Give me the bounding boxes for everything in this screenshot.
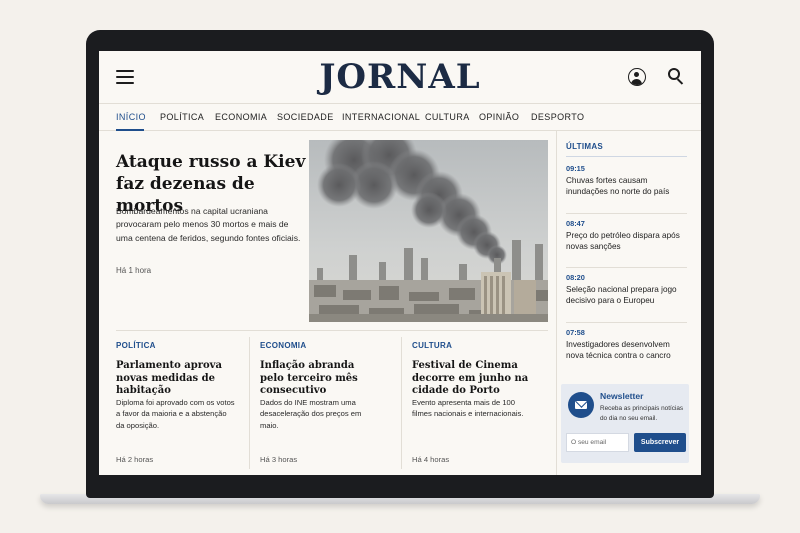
latest-time: 08:47 [566, 219, 585, 228]
article-summary: Evento apresenta mais de 100 filmes naci… [412, 398, 524, 419]
latest-time: 09:15 [566, 164, 585, 173]
nav-item-cultura[interactable]: CULTURA [425, 112, 470, 122]
article-title[interactable]: Parlamento aprova novas medidas de habit… [116, 360, 236, 398]
nav-item-economia[interactable]: ECONOMIA [215, 112, 267, 122]
hero-image[interactable] [309, 140, 548, 322]
nav-active-indicator [116, 129, 144, 131]
envelope-icon [568, 392, 594, 418]
newsletter-text: Receba as principais notícias do dia no … [600, 405, 684, 422]
article-timestamp: Há 4 horas [412, 455, 450, 464]
nav-item-politica[interactable]: POLÍTICA [160, 112, 204, 122]
latest-headline[interactable]: Investigadores desenvolvem nova técnica … [566, 339, 687, 361]
latest-item[interactable]: 07:58 Investigadores desenvolvem nova té… [566, 328, 687, 361]
latest-time: 08:20 [566, 273, 585, 282]
article-card-politica[interactable]: POLÍTICA Parlamento aprova novas medidas… [116, 341, 236, 464]
nav-item-opiniao[interactable]: OPINIÃO [479, 112, 519, 122]
site-header: JORNAL [99, 51, 701, 103]
latest-item[interactable]: 08:20 Seleção nacional prepara jogo deci… [566, 273, 687, 306]
latest-title: ÚLTIMAS [566, 142, 604, 151]
latest-headline[interactable]: Chuvas fortes causam inundações no norte… [566, 175, 687, 197]
subscribe-button[interactable]: Subscrever [634, 433, 686, 452]
user-icon[interactable] [628, 68, 646, 86]
article-title[interactable]: Festival de Cinema decorre em junho na c… [412, 360, 532, 398]
search-icon[interactable] [668, 68, 686, 86]
latest-divider [566, 213, 687, 214]
nav-item-desporto[interactable]: DESPORTO [531, 112, 584, 122]
latest-divider [566, 322, 687, 323]
newsletter-title: Newsletter [600, 391, 644, 401]
article-summary: Diploma foi aprovado com os votos a favo… [116, 398, 235, 430]
newsletter-email-input[interactable] [566, 433, 629, 452]
column-divider [249, 337, 250, 469]
article-card-economia[interactable]: ECONOMIA Inflação abranda pelo terceiro … [260, 341, 380, 464]
article-category[interactable]: POLÍTICA [116, 341, 236, 350]
latest-headline[interactable]: Preço do petróleo dispara após novas san… [566, 230, 687, 252]
latest-headline[interactable]: Seleção nacional prepara jogo decisivo p… [566, 284, 687, 306]
sidebar-divider [556, 131, 557, 475]
nav-item-internacional[interactable]: INTERNACIONAL [342, 112, 420, 122]
nav-item-sociedade[interactable]: SOCIEDADE [277, 112, 334, 122]
latest-item[interactable]: 09:15 Chuvas fortes causam inundações no… [566, 164, 687, 197]
latest-item[interactable]: 08:47 Preço do petróleo dispara após nov… [566, 219, 687, 252]
main-nav: INÍCIO POLÍTICA ECONOMIA SOCIEDADE INTER… [99, 103, 701, 131]
laptop-screen: JORNAL INÍCIO POLÍTICA ECONOMIA SOCIEDAD… [99, 51, 701, 475]
article-card-cultura[interactable]: CULTURA Festival de Cinema decorre em ju… [412, 341, 532, 464]
article-title[interactable]: Inflação abranda pelo terceiro mês conse… [260, 360, 380, 398]
article-category[interactable]: ECONOMIA [260, 341, 380, 350]
article-timestamp: Há 2 horas [116, 455, 154, 464]
newsletter-box: Newsletter Receba as principais notícias… [561, 384, 689, 463]
latest-time: 07:58 [566, 328, 585, 337]
site-logo[interactable]: JORNAL [99, 57, 701, 97]
article-category[interactable]: CULTURA [412, 341, 532, 350]
hero-timestamp: Há 1 hora [116, 266, 152, 275]
hero-summary: Bombardeamentos na capital ucraniana pro… [116, 206, 301, 243]
latest-divider [566, 267, 687, 268]
article-summary: Dados do INE mostram uma desaceleração d… [260, 398, 362, 430]
nav-item-inicio[interactable]: INÍCIO [116, 112, 146, 122]
section-divider [116, 330, 548, 331]
article-timestamp: Há 3 horas [260, 455, 298, 464]
column-divider [401, 337, 402, 469]
latest-title-underline [566, 156, 687, 157]
